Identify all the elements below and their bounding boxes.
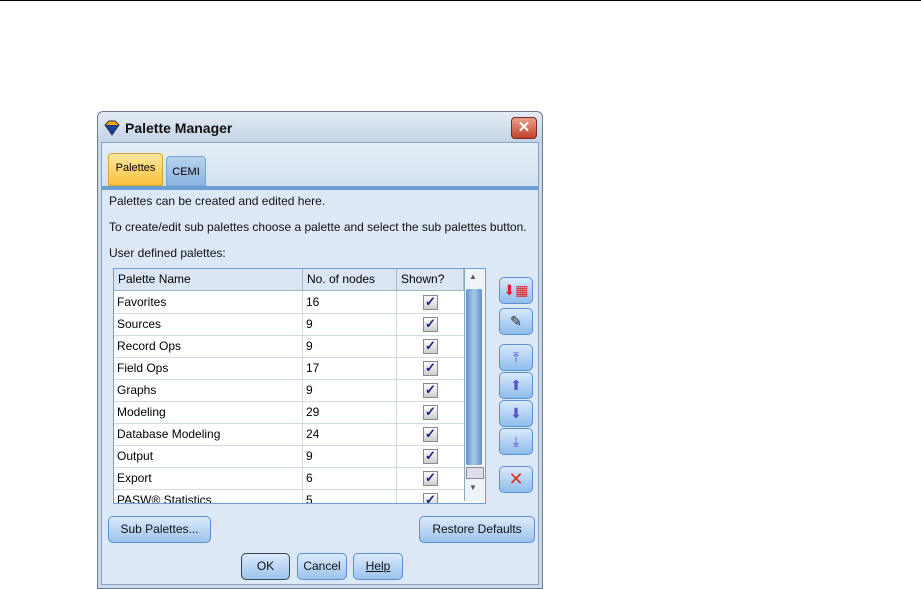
restore-defaults-button[interactable]: Restore Defaults	[419, 516, 535, 543]
palette-name: Sources	[114, 313, 303, 335]
top-rule	[0, 0, 921, 1]
move-bottom-button[interactable]: ⤓	[499, 428, 533, 455]
node-count: 9	[303, 445, 397, 467]
delete-palette-button[interactable]: ✕	[499, 466, 533, 493]
table-row[interactable]: Graphs 9 ✓	[114, 379, 464, 402]
move-up-icon: ⬆	[510, 377, 522, 393]
shown-checkbox[interactable]: ✓	[423, 361, 438, 376]
node-count: 24	[303, 423, 397, 445]
delete-icon: ✕	[508, 469, 524, 489]
title-bar: Palette Manager ✕	[98, 112, 542, 142]
shown-checkbox[interactable]: ✓	[423, 339, 438, 354]
header-palette-name[interactable]: Palette Name	[114, 269, 303, 290]
scroll-down-icon[interactable]: ▼	[469, 483, 477, 492]
add-palette-button[interactable]: ⬇▦	[499, 277, 533, 304]
tab-palettes[interactable]: Palettes	[108, 153, 163, 186]
table-row[interactable]: Modeling 29 ✓	[114, 401, 464, 424]
palette-name: Database Modeling	[114, 423, 303, 445]
node-count: 9	[303, 313, 397, 335]
palette-manager-dialog: Palette Manager ✕ Palettes CEMI Palettes…	[97, 111, 543, 589]
edit-palette-icon: ✎	[510, 313, 522, 329]
palette-name: Field Ops	[114, 357, 303, 379]
move-bottom-icon: ⤓	[512, 433, 520, 449]
palettes-table: Palette Name No. of nodes Shown? Favorit…	[113, 268, 486, 504]
window-title: Palette Manager	[125, 120, 233, 136]
scroll-up-icon[interactable]: ▲	[469, 272, 477, 281]
shown-checkbox[interactable]: ✓	[423, 295, 438, 310]
table-header: Palette Name No. of nodes Shown?	[114, 269, 464, 291]
node-count: 16	[303, 291, 397, 313]
shown-checkbox[interactable]: ✓	[423, 405, 438, 420]
cancel-button[interactable]: Cancel	[297, 553, 347, 580]
move-up-button[interactable]: ⬆	[499, 372, 533, 399]
table-row[interactable]: PASW® Statistics 5 ✓	[114, 489, 464, 503]
table-row[interactable]: Database Modeling 24 ✓	[114, 423, 464, 446]
node-count: 29	[303, 401, 397, 423]
header-node-count[interactable]: No. of nodes	[303, 269, 397, 290]
scroll-thumb[interactable]	[466, 289, 482, 465]
table-row[interactable]: Favorites 16 ✓	[114, 291, 464, 314]
palette-name: PASW® Statistics	[114, 489, 303, 503]
table-row[interactable]: Record Ops 9 ✓	[114, 335, 464, 358]
move-down-icon: ⬇	[510, 405, 522, 421]
ok-button[interactable]: OK	[241, 553, 290, 580]
app-logo-icon	[104, 120, 120, 136]
node-count: 17	[303, 357, 397, 379]
sub-palettes-button[interactable]: Sub Palettes...	[108, 516, 211, 543]
intro-text: Palettes can be created and edited here.	[109, 194, 326, 208]
shown-checkbox[interactable]: ✓	[423, 383, 438, 398]
node-count: 9	[303, 335, 397, 357]
palette-name: Modeling	[114, 401, 303, 423]
header-shown[interactable]: Shown?	[397, 269, 464, 290]
help-button[interactable]: Help	[353, 553, 403, 580]
move-down-button[interactable]: ⬇	[499, 400, 533, 427]
edit-palette-button[interactable]: ✎	[499, 308, 533, 335]
scroll-grip	[466, 467, 484, 479]
table-row[interactable]: Output 9 ✓	[114, 445, 464, 468]
palette-name: Record Ops	[114, 335, 303, 357]
move-top-button[interactable]: ⤒	[499, 344, 533, 371]
instruction-text: To create/edit sub palettes choose a pal…	[109, 220, 527, 234]
shown-checkbox[interactable]: ✓	[423, 427, 438, 442]
palette-name: Output	[114, 445, 303, 467]
shown-checkbox[interactable]: ✓	[423, 493, 438, 503]
shown-checkbox[interactable]: ✓	[423, 317, 438, 332]
add-palette-icon: ⬇▦	[503, 282, 529, 298]
palette-name: Favorites	[114, 291, 303, 313]
node-count: 5	[303, 489, 397, 503]
table-row[interactable]: Export 6 ✓	[114, 467, 464, 490]
table-row[interactable]: Sources 9 ✓	[114, 313, 464, 336]
tab-bar: Palettes CEMI	[102, 143, 538, 190]
palette-name: Export	[114, 467, 303, 489]
user-palettes-label: User defined palettes:	[109, 246, 226, 260]
shown-checkbox[interactable]: ✓	[423, 449, 438, 464]
tab-cemi[interactable]: CEMI	[166, 156, 206, 186]
node-count: 6	[303, 467, 397, 489]
palette-name: Graphs	[114, 379, 303, 401]
shown-checkbox[interactable]: ✓	[423, 471, 438, 486]
close-button[interactable]: ✕	[511, 117, 537, 139]
vertical-scrollbar[interactable]: ▲ ▼	[464, 269, 484, 501]
move-top-icon: ⤒	[512, 349, 520, 365]
table-row[interactable]: Field Ops 17 ✓	[114, 357, 464, 380]
node-count: 9	[303, 379, 397, 401]
